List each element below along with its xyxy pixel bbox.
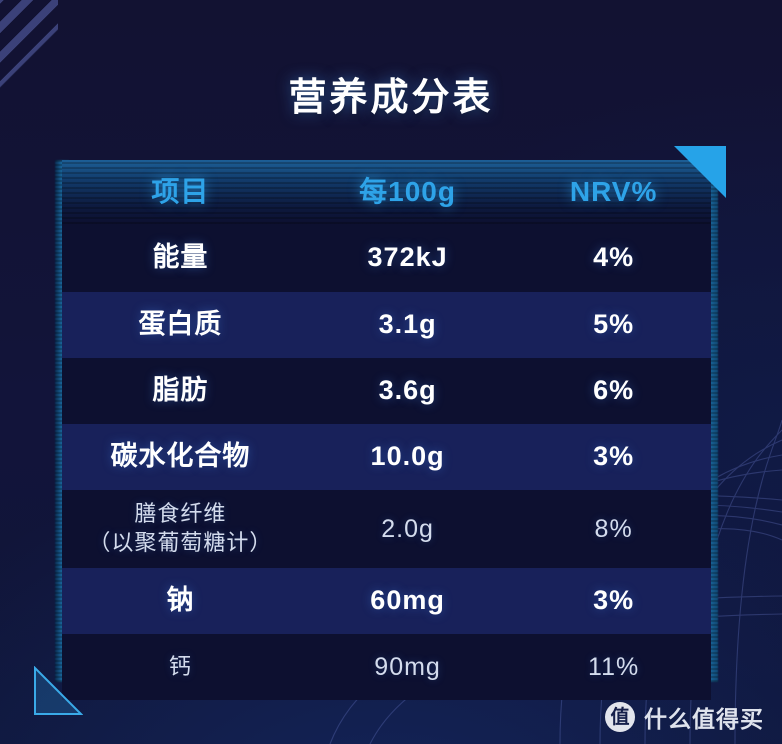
cell-nrv: 6% [593, 375, 635, 406]
cell-amount: 90mg [374, 652, 441, 681]
cell-item: 碳水化合物 [110, 441, 251, 472]
table-body: 项目 每100g NRV% 能量 372kJ 4% 蛋白质 3.1g 5% 脂肪… [62, 160, 711, 700]
table-header-row: 项目 每100g NRV% [62, 160, 711, 224]
cell-item: 能量 [152, 242, 209, 273]
watermark: 值 什么值得买 [605, 700, 764, 734]
cell-nrv: 3% [593, 585, 635, 616]
cell-nrv: 3% [593, 441, 635, 472]
cell-amount: 3.1g [378, 309, 437, 340]
accent-triangle-top-right-icon [674, 146, 726, 198]
cell-amount: 372kJ [367, 242, 448, 273]
table-row: 钙 90mg 11% [62, 634, 711, 700]
cell-amount: 3.6g [378, 375, 437, 406]
cell-amount: 10.0g [370, 441, 445, 472]
accent-triangle-bottom-left-icon [34, 666, 83, 715]
table-row: 钠 60mg 3% [62, 568, 711, 634]
watermark-text: 什么值得买 [644, 706, 764, 732]
cell-item: 钙 [168, 654, 192, 680]
cell-amount: 60mg [370, 585, 445, 616]
table-row: 脂肪 3.6g 6% [62, 358, 711, 424]
table-row: 能量 372kJ 4% [62, 224, 711, 292]
nutrition-facts-table: 项目 每100g NRV% 能量 372kJ 4% 蛋白质 3.1g 5% 脂肪… [34, 146, 726, 715]
cell-item: 膳食纤维 （以聚葡萄糖计） [62, 500, 299, 557]
table-row: 蛋白质 3.1g 5% [62, 292, 711, 358]
cell-item: 脂肪 [152, 375, 209, 406]
cell-item: 蛋白质 [138, 309, 223, 340]
watermark-logo-icon: 值 [605, 702, 635, 732]
cell-item-line1: 膳食纤维 [134, 501, 227, 527]
cell-nrv: 8% [594, 514, 633, 543]
table-row: 膳食纤维 （以聚葡萄糖计） 2.0g 8% [62, 490, 711, 568]
table-row: 碳水化合物 10.0g 3% [62, 424, 711, 490]
cell-nrv: 5% [593, 309, 635, 340]
cell-item: 钠 [166, 585, 195, 616]
page-title: 营养成分表 [288, 77, 494, 119]
header-cell-item: 项目 [151, 175, 210, 207]
header-cell-per100g: 每100g [359, 175, 456, 207]
cell-item-line2: （以聚葡萄糖计） [88, 530, 273, 555]
cell-amount: 2.0g [381, 514, 434, 543]
cell-nrv: 11% [588, 652, 640, 681]
cell-nrv: 4% [593, 242, 635, 273]
